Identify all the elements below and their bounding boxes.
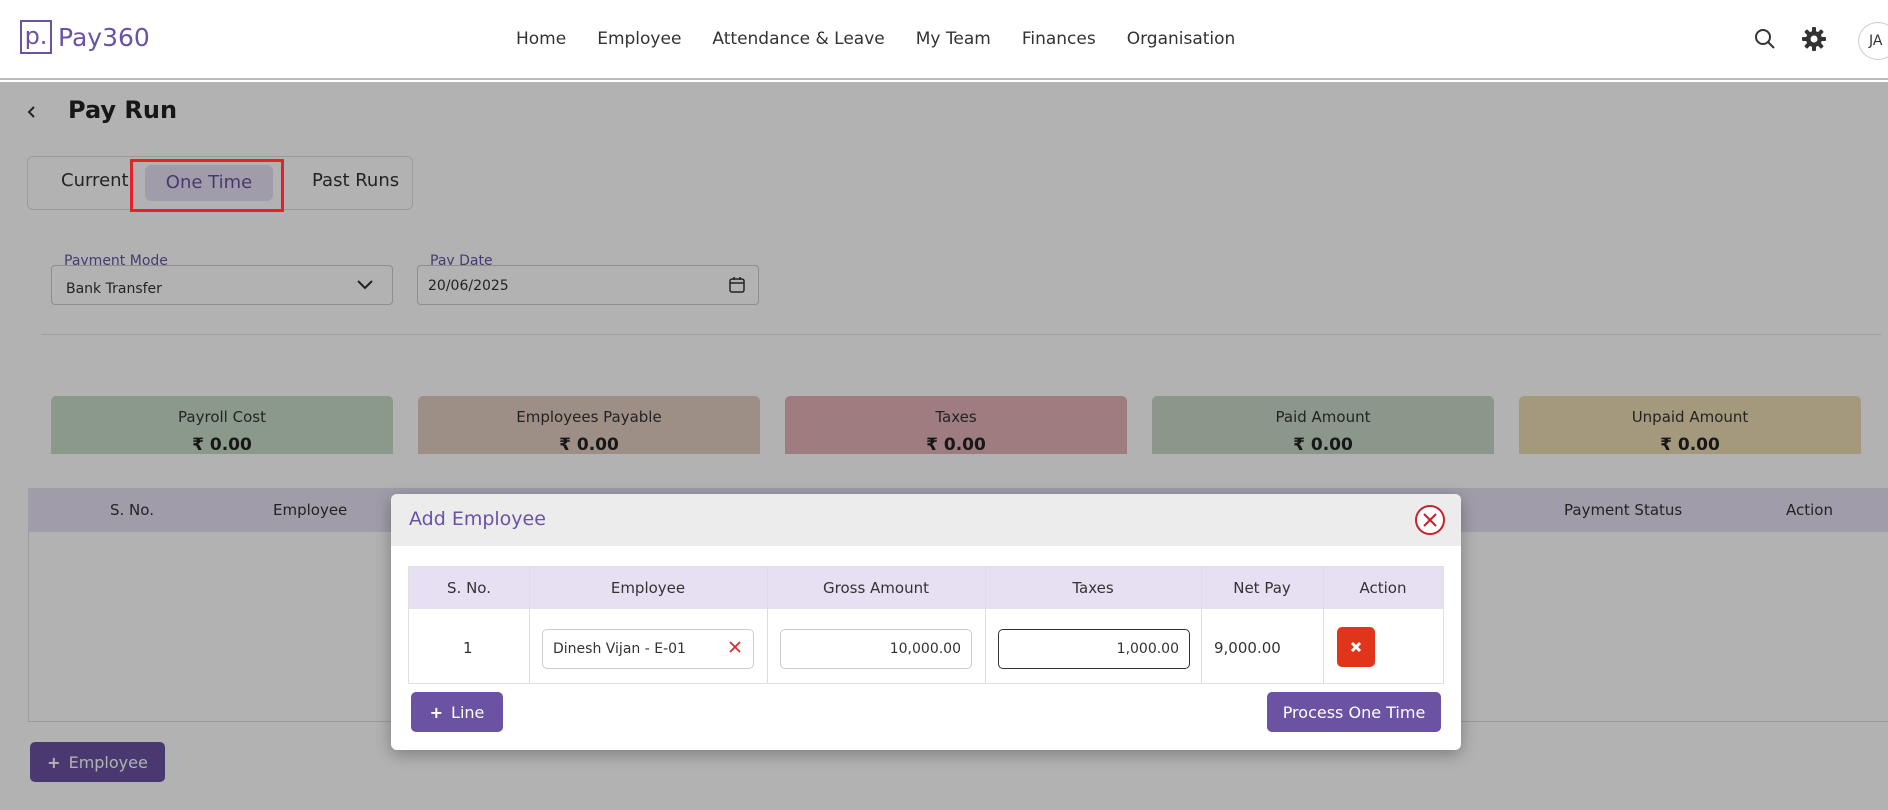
taxes-input[interactable]: 1,000.00 — [998, 629, 1190, 669]
modal-header: Add Employee — [391, 494, 1461, 546]
gross-amount-input[interactable]: 10,000.00 — [780, 629, 972, 669]
logo-mark: p. — [20, 20, 52, 54]
net-pay-value: 9,000.00 — [1214, 639, 1281, 657]
employee-select[interactable]: Dinesh Vijan - E-01 — [542, 629, 754, 669]
close-icon — [1350, 641, 1362, 653]
tab-highlight — [130, 159, 284, 212]
col-taxes: Taxes — [1072, 579, 1114, 597]
close-icon — [1423, 513, 1437, 527]
col-gross-amount: Gross Amount — [823, 579, 929, 597]
modal-table-header: S. No. Employee Gross Amount Taxes Net P… — [409, 567, 1443, 609]
avatar[interactable]: JA — [1858, 22, 1888, 60]
add-employee-modal: Add Employee S. No. Employee Gross Amoun… — [391, 494, 1461, 750]
col-action: Action — [1359, 579, 1407, 597]
col-employee: Employee — [610, 579, 686, 597]
col-sno: S. No. — [447, 579, 491, 597]
nav-my-team[interactable]: My Team — [916, 29, 991, 49]
col-net-pay: Net Pay — [1233, 579, 1291, 597]
process-one-time-button[interactable]: Process One Time — [1267, 692, 1441, 732]
nav-attendance-leave[interactable]: Attendance & Leave — [712, 29, 884, 49]
plus-icon: + — [429, 702, 444, 722]
brand-logo[interactable]: p. Pay360 — [20, 20, 150, 54]
divider — [1201, 567, 1202, 683]
brand-name: Pay360 — [58, 22, 150, 52]
add-line-label: Line — [451, 702, 485, 722]
nav-finances[interactable]: Finances — [1022, 29, 1096, 49]
employee-value: Dinesh Vijan - E-01 — [553, 641, 686, 657]
row-sno: 1 — [463, 639, 473, 657]
gear-icon[interactable] — [1800, 25, 1828, 53]
divider — [985, 567, 986, 683]
divider — [1323, 567, 1324, 683]
modal-title: Add Employee — [409, 508, 546, 530]
main-nav: Home Employee Attendance & Leave My Team… — [516, 29, 1266, 49]
nav-employee[interactable]: Employee — [597, 29, 681, 49]
top-header: p. Pay360 Home Employee Attendance & Lea… — [0, 0, 1888, 80]
nav-organisation[interactable]: Organisation — [1127, 29, 1236, 49]
clear-icon[interactable] — [729, 630, 741, 668]
divider — [529, 567, 530, 683]
close-button[interactable] — [1415, 505, 1445, 535]
modal-table: S. No. Employee Gross Amount Taxes Net P… — [408, 566, 1444, 684]
add-line-button[interactable]: + Line — [411, 692, 503, 732]
divider — [767, 567, 768, 683]
nav-home[interactable]: Home — [516, 29, 566, 49]
delete-row-button[interactable] — [1337, 627, 1375, 667]
search-icon[interactable] — [1751, 25, 1779, 53]
